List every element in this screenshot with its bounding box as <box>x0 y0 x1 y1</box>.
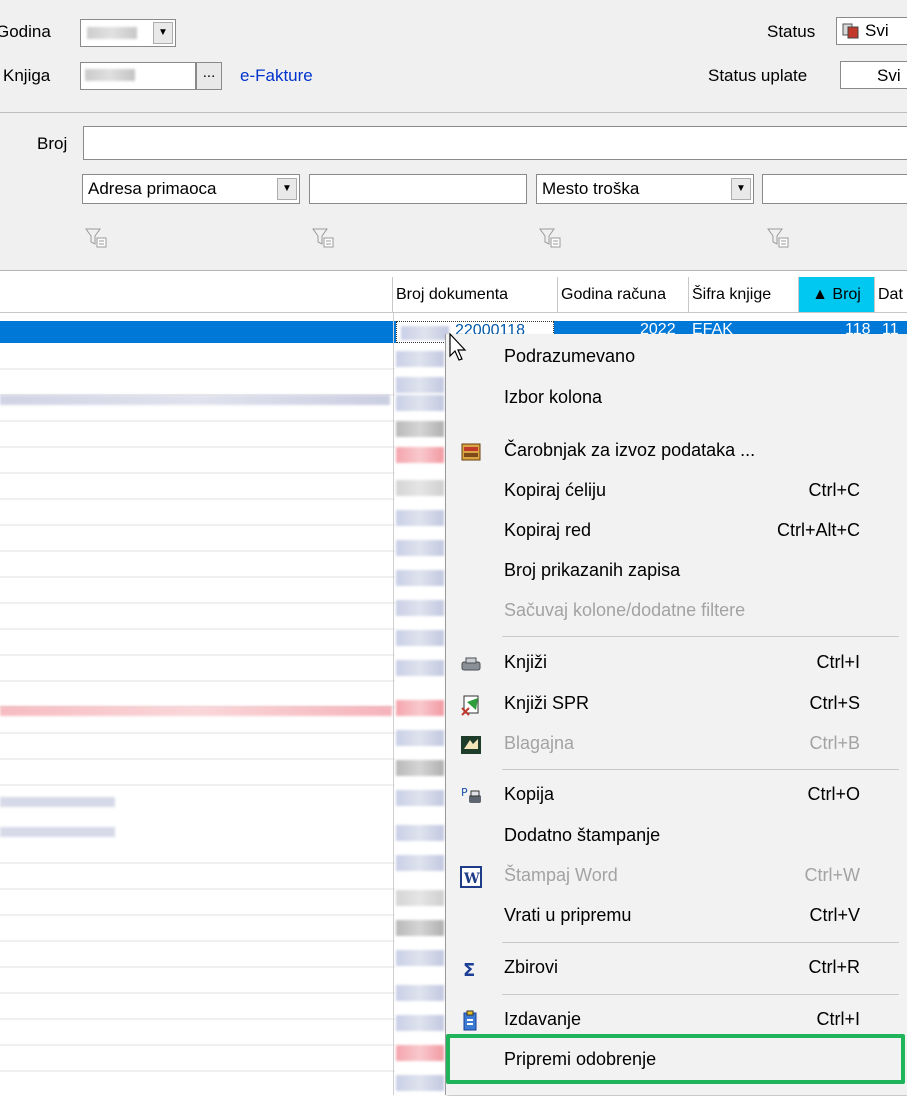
adresa-primaoca-input[interactable] <box>309 174 527 204</box>
status-combo[interactable]: Svi <box>836 17 907 45</box>
menu-item-sacuvaj-kolone[interactable]: Sačuvaj kolone/dodatne filtere <box>446 592 907 632</box>
menu-separator <box>502 636 899 637</box>
filter-icon[interactable] <box>539 227 561 249</box>
svg-text:P: P <box>461 786 468 799</box>
column-header-broj-dokumenta[interactable]: Broj dokumenta <box>393 277 558 313</box>
menu-separator <box>502 942 899 943</box>
cash-register-icon <box>460 734 482 756</box>
menu-separator <box>502 769 899 770</box>
export-wizard-icon <box>460 441 482 463</box>
mesto-troska-input[interactable] <box>762 174 907 204</box>
menu-item-izbor-kolona[interactable]: Izbor kolona <box>446 379 907 419</box>
context-menu: Podrazumevano Izbor kolona Čarobnjak za … <box>445 334 907 1095</box>
menu-item-vrati-u-pripremu[interactable]: Vrati u pripremu Ctrl+V <box>446 897 907 937</box>
menu-item-blagajna[interactable]: Blagajna Ctrl+B <box>446 725 907 765</box>
issue-icon <box>460 1010 482 1032</box>
adresa-primaoca-combo[interactable]: Adresa primaoca ▼ <box>82 174 300 204</box>
grid-vline <box>393 313 394 1095</box>
efakture-link[interactable]: e-Fakture <box>240 66 313 86</box>
status-icon <box>842 22 860 40</box>
godina-combo[interactable]: ▼ <box>80 19 176 47</box>
adresa-primaoca-value: Adresa primaoca <box>88 179 217 198</box>
column-header-godina-racuna[interactable]: Godina računa <box>558 277 689 313</box>
knjiga-label: Knjiga <box>3 66 51 85</box>
svg-text:Σ: Σ <box>463 960 475 980</box>
broj-input[interactable] <box>83 126 907 160</box>
menu-item-knjizi[interactable]: Knjiži Ctrl+I <box>446 644 907 684</box>
mouse-cursor-icon <box>449 332 469 363</box>
chevron-down-icon[interactable]: ▼ <box>153 22 173 44</box>
highlight-box <box>446 1034 905 1084</box>
knjiga-browse-button[interactable]: ... <box>196 62 222 90</box>
status-label: Status <box>767 22 816 41</box>
word-icon: W <box>460 866 482 888</box>
menu-item-dodatno-stampanje[interactable]: Dodatno štampanje <box>446 817 907 857</box>
filter-panel <box>0 0 907 113</box>
column-header-broj[interactable]: ▲ Broj <box>799 277 875 313</box>
menu-item-kopiraj-red[interactable]: Kopiraj red Ctrl+Alt+C <box>446 512 907 552</box>
column-header-dat[interactable]: Dat <box>875 277 907 313</box>
menu-item-kopiraj-celiju[interactable]: Kopiraj ćeliju Ctrl+C <box>446 472 907 512</box>
menu-separator <box>502 994 899 995</box>
svg-text:W: W <box>463 871 480 887</box>
post-spr-icon <box>460 694 482 716</box>
grid-header-blank <box>0 277 393 313</box>
post-icon <box>460 653 482 675</box>
menu-item-knjizi-spr[interactable]: Knjiži SPR Ctrl+S <box>446 685 907 725</box>
status-uplate-combo[interactable]: Svi <box>840 61 907 89</box>
status-uplate-label: Status uplate <box>708 66 808 85</box>
knjiga-input[interactable] <box>80 62 196 90</box>
menu-item-broj-prikazanih-zapisa[interactable]: Broj prikazanih zapisa <box>446 552 907 592</box>
filter-icon[interactable] <box>767 227 789 249</box>
filter-icon[interactable] <box>85 227 107 249</box>
mesto-troska-value: Mesto troška <box>542 179 640 198</box>
godina-label: Godina <box>0 22 51 41</box>
menu-item-zbirovi[interactable]: Σ Zbirovi Ctrl+R <box>446 949 907 989</box>
column-header-sifra-knjige[interactable]: Šifra knjige <box>689 277 799 313</box>
status-uplate-value: Svi <box>877 66 901 85</box>
copy-print-icon: P <box>460 785 482 807</box>
mesto-troska-combo[interactable]: Mesto troška ▼ <box>536 174 754 204</box>
chevron-down-icon[interactable]: ▼ <box>731 178 751 200</box>
broj-label: Broj <box>37 134 68 153</box>
filter-icon[interactable] <box>312 227 334 249</box>
menu-item-kopija[interactable]: P Kopija Ctrl+O <box>446 776 907 816</box>
sigma-icon: Σ <box>460 958 482 981</box>
menu-item-carobnjak-izvoz[interactable]: Čarobnjak za izvoz podataka ... <box>446 432 907 472</box>
chevron-down-icon[interactable]: ▼ <box>277 178 297 200</box>
menu-item-stampaj-word[interactable]: W Štampaj Word Ctrl+W <box>446 857 907 897</box>
menu-item-podrazumevano[interactable]: Podrazumevano <box>446 338 907 378</box>
status-value: Svi <box>865 21 889 40</box>
